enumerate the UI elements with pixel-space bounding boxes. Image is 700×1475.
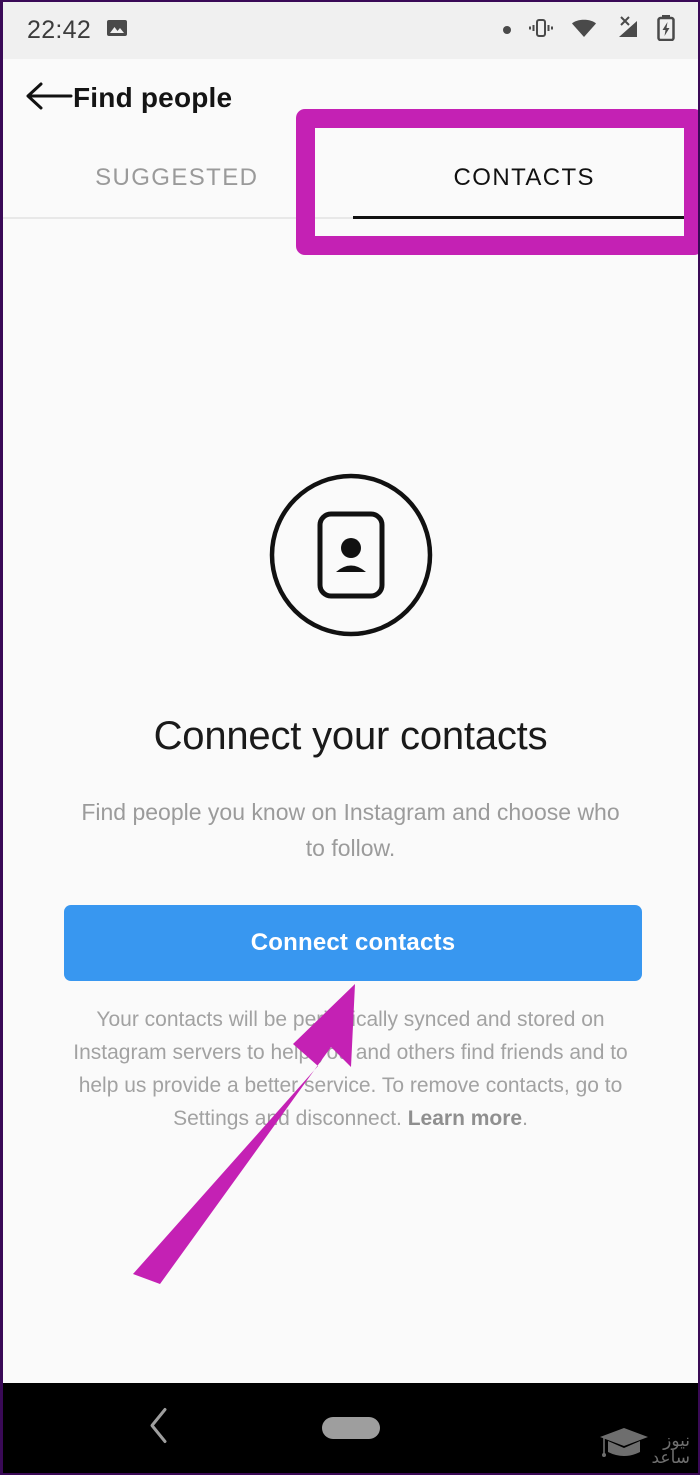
back-arrow-icon bbox=[25, 79, 73, 118]
tab-contacts[interactable]: CONTACTS bbox=[351, 137, 699, 219]
tab-bar: SUGGESTED CONTACTS bbox=[3, 137, 698, 219]
watermark-text: نیوز ساعد bbox=[652, 1433, 691, 1467]
phone-screenshot: 22:42 Find people SUGGESTED CONTACTS Con… bbox=[0, 0, 700, 1475]
status-bar: 22:42 bbox=[3, 2, 698, 59]
tab-suggested[interactable]: SUGGESTED bbox=[3, 137, 351, 219]
back-button[interactable] bbox=[3, 79, 73, 118]
vibrate-icon bbox=[528, 15, 554, 46]
cell-signal-no-service-icon bbox=[614, 15, 640, 46]
empty-state-subtext: Find people you know on Instagram and ch… bbox=[81, 799, 620, 861]
watermark-line-2: ساعد bbox=[651, 1448, 691, 1468]
nav-home-pill-icon[interactable] bbox=[321, 1417, 380, 1439]
contacts-empty-state: Connect your contacts Find people you kn… bbox=[3, 219, 698, 1383]
battery-charging-icon bbox=[656, 15, 676, 46]
disclaimer-suffix: . bbox=[522, 1107, 528, 1130]
disclaimer-body: Your contacts will be periodically synce… bbox=[73, 1008, 628, 1130]
image-icon bbox=[105, 16, 129, 45]
wifi-icon bbox=[570, 15, 598, 46]
system-navigation-bar: نیوز ساعد bbox=[3, 1383, 698, 1473]
app-bar: Find people bbox=[3, 59, 698, 137]
connect-contacts-button[interactable]: Connect contacts bbox=[64, 905, 642, 981]
page-title: Find people bbox=[73, 82, 233, 113]
learn-more-link[interactable]: Learn more bbox=[408, 1107, 522, 1130]
status-bar-left: 22:42 bbox=[27, 16, 129, 45]
status-clock: 22:42 bbox=[27, 16, 92, 44]
watermark: نیوز ساعد bbox=[598, 1424, 691, 1467]
graduation-cap-icon bbox=[598, 1424, 650, 1467]
status-bar-right bbox=[502, 15, 676, 46]
empty-state-headline: Connect your contacts bbox=[153, 714, 548, 758]
nav-back-chevron-icon[interactable] bbox=[146, 1406, 172, 1451]
disclaimer-text: Your contacts will be periodically synce… bbox=[65, 1003, 636, 1135]
contact-card-icon bbox=[268, 472, 434, 643]
dot-icon bbox=[502, 22, 512, 40]
